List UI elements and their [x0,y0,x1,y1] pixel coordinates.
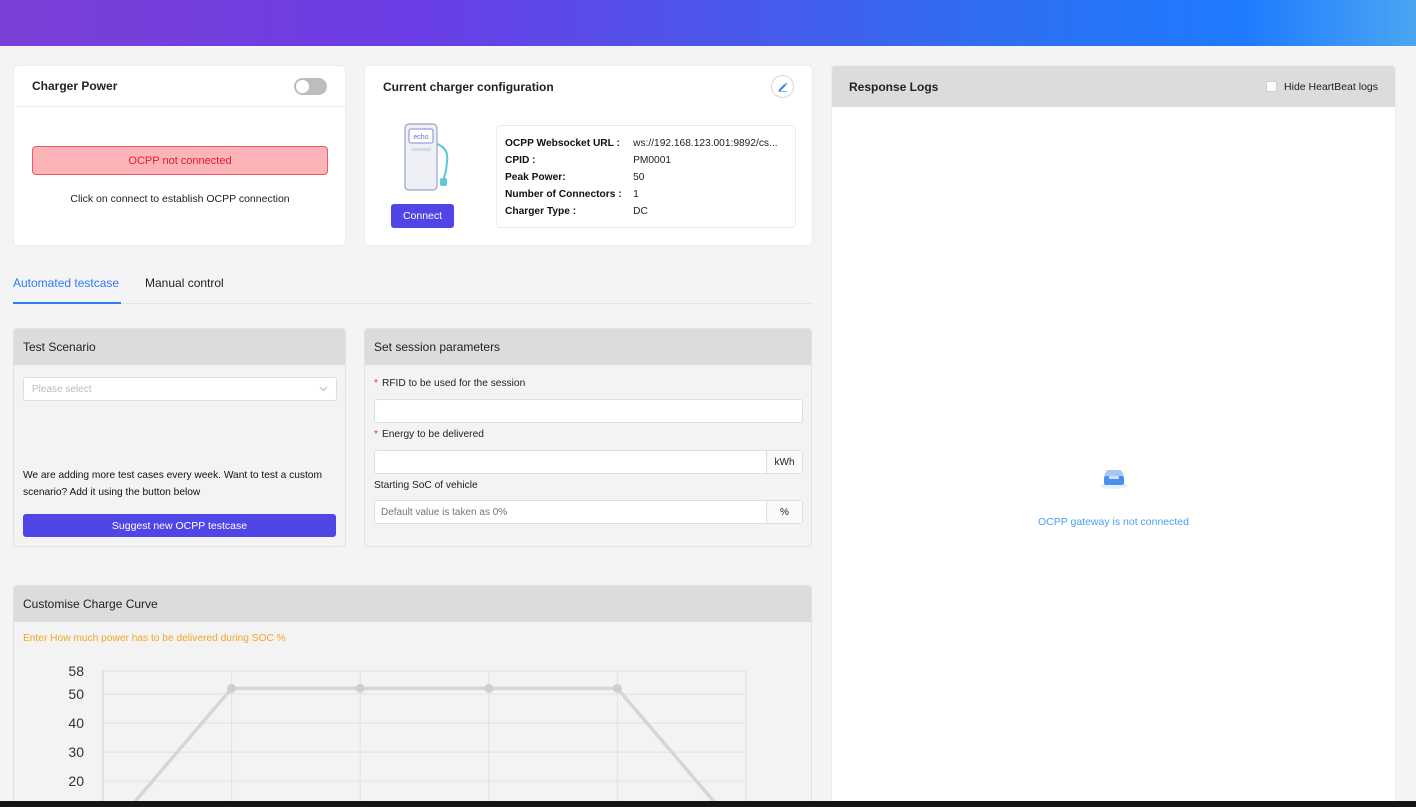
charge-curve-point [612,683,622,693]
info-key: OCPP Websocket URL : [505,138,620,149]
mode-tabs: Automated testcase Manual control [13,268,811,304]
gateway-status-text: OCPP gateway is not connected [1038,516,1189,528]
pencil-icon [778,82,788,92]
empty-inbox-icon [1100,470,1128,489]
info-value: 1 [633,189,639,200]
suggest-testcase-button[interactable]: Suggest new OCPP testcase [23,514,336,537]
charge-curve-point [227,683,237,693]
edit-config-button[interactable] [771,75,794,98]
charger-config-card: Current charger configuration echo Conne… [364,65,813,246]
top-header-bar [0,0,1416,46]
y-tick-label: 58 [68,663,84,679]
response-logs-header: Response Logs Hide HeartBeat logs [832,66,1395,107]
test-scenario-panel: Test Scenario Please select We are addin… [13,328,346,547]
soc-unit: % [766,501,802,523]
rfid-label-text: RFID to be used for the session [381,378,526,389]
charge-curve-point [355,683,365,693]
soc-input[interactable] [375,501,766,523]
tab-manual-control[interactable]: Manual control [145,276,224,302]
charger-station-illustration: echo [404,123,449,191]
y-tick-label: 40 [68,715,84,731]
info-row: Charger Type : DC [505,203,787,220]
hide-heartbeat-toggle[interactable]: Hide HeartBeat logs [1266,81,1378,93]
info-value: DC [633,206,648,217]
test-scenario-select[interactable]: Please select [23,377,337,401]
tab-automated-testcase[interactable]: Automated testcase [13,276,121,304]
required-mark: * [374,429,378,440]
ocpp-status-alert: OCPP not connected [32,146,328,175]
testcase-promo-text: We are adding more test cases every week… [23,470,322,498]
test-scenario-title: Test Scenario [14,329,345,365]
soc-field: % [374,500,803,524]
charge-curve-note: Enter How much power has to be delivered… [23,633,286,644]
charger-power-toggle[interactable] [294,77,327,95]
energy-input[interactable] [375,451,766,473]
energy-label-text: Energy to be delivered [381,429,484,440]
info-row: CPID : PM0001 [505,152,787,169]
chevron-down-icon [319,386,328,392]
rfid-input[interactable] [375,400,802,422]
session-params-title: Set session parameters [365,329,811,365]
charge-curve-chart[interactable]: 585040302010 [14,656,812,807]
info-key: CPID : [505,155,536,166]
charge-curve-line [128,686,721,807]
ocpp-status-text: OCPP not connected [128,154,232,167]
charger-illustration-label: echo [413,134,428,141]
rfid-field [374,399,803,423]
charge-curve-point [484,683,494,693]
hide-heartbeat-label: Hide HeartBeat logs [1284,80,1378,93]
session-params-panel: Set session parameters * RFID to be used … [364,328,812,547]
charger-config-header: Current charger configuration [365,66,812,107]
energy-unit: kWh [766,451,802,473]
energy-field: kWh [374,450,803,474]
window-bottom-edge [0,801,1416,807]
info-key: Charger Type : [505,206,577,217]
y-tick-label: 50 [68,686,84,702]
info-key: Number of Connectors : [505,189,622,200]
info-value: ws://192.168.123.001:9892/cs... [633,138,778,149]
charger-info-box: OCPP Websocket URL : ws://192.168.123.001… [496,125,796,228]
hide-heartbeat-checkbox[interactable] [1266,81,1278,92]
charge-curve-panel: Customise Charge Curve Enter How much po… [13,585,812,807]
charger-power-header: Charger Power [14,66,345,107]
charger-power-card: Charger Power OCPP not connected Click o… [13,65,346,246]
info-value: PM0001 [633,155,672,166]
soc-label: Starting SoC of vehicle [374,480,478,491]
y-tick-label: 20 [68,773,84,789]
charge-curve-title: Customise Charge Curve [14,586,811,622]
connect-hint: Click on connect to establish OCPP conne… [70,193,290,205]
charger-power-title: Charger Power [32,79,118,93]
response-logs-card: Response Logs Hide HeartBeat logs OCPP g… [831,65,1396,807]
info-key: Peak Power: [505,172,566,183]
info-row: OCPP Websocket URL : ws://192.168.123.001… [505,135,787,152]
rfid-label: * RFID to be used for the session [374,378,525,389]
info-row: Number of Connectors : 1 [505,186,787,203]
info-row: Peak Power: 50 [505,169,787,186]
charger-config-title: Current charger configuration [383,79,554,94]
select-placeholder: Please select [32,383,92,395]
required-mark: * [374,378,378,389]
energy-label: * Energy to be delivered [374,429,484,440]
connect-button[interactable]: Connect [391,204,454,228]
y-tick-label: 30 [68,744,84,760]
info-value: 50 [633,172,645,183]
response-logs-title: Response Logs [849,79,939,94]
